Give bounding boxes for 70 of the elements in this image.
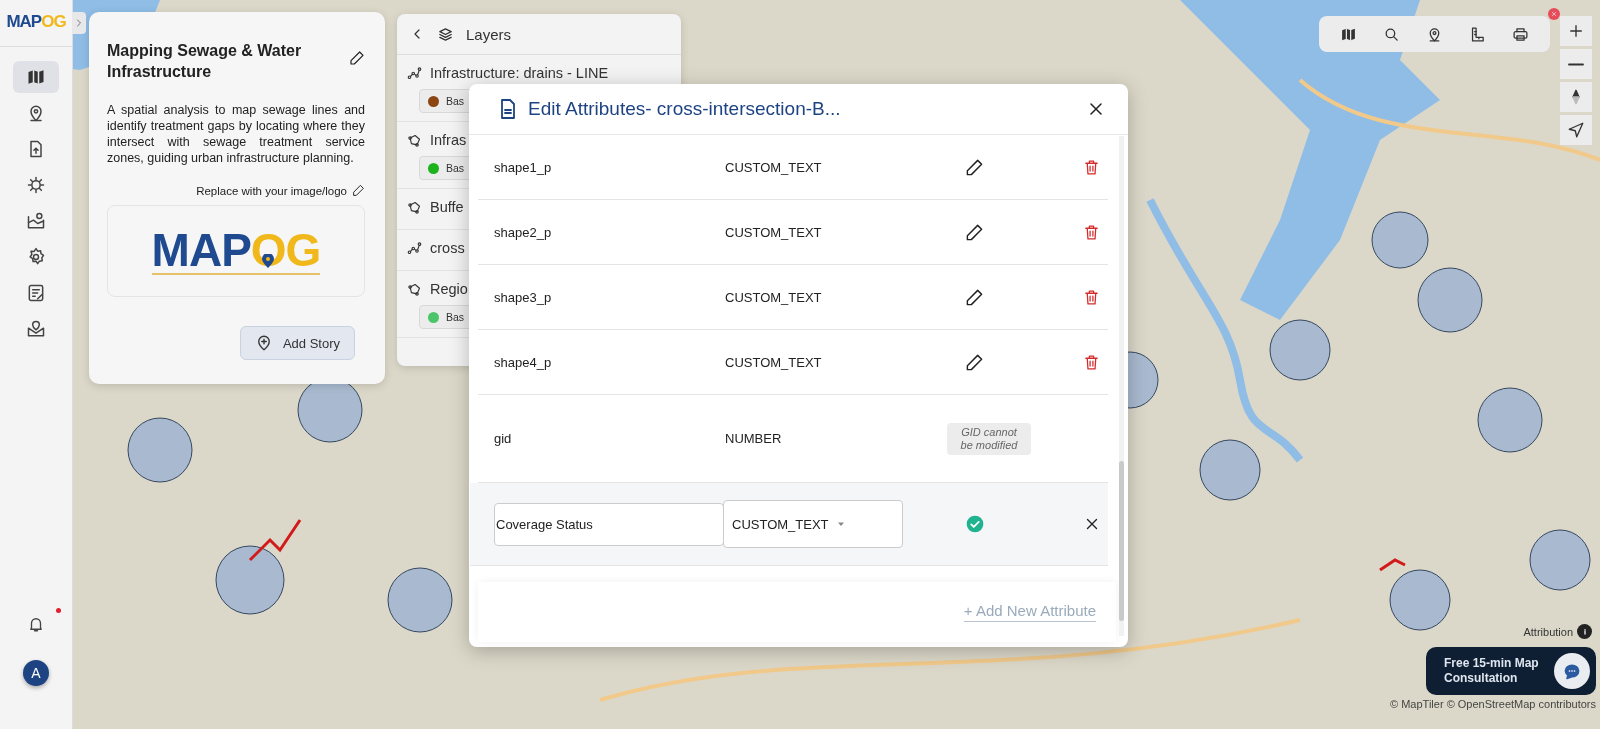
bell-icon	[27, 615, 45, 633]
ruler-icon	[1469, 25, 1486, 43]
layer-name[interactable]: cross	[430, 240, 465, 256]
type-dropdown[interactable]: CUSTOM_TEXT	[723, 500, 903, 548]
add-story-button[interactable]: Add Story	[239, 326, 355, 360]
location-pin-icon	[262, 254, 274, 268]
attribute-name: shape2_p	[494, 224, 553, 240]
list-edit-icon	[26, 283, 46, 303]
print-icon	[1512, 25, 1529, 43]
map-icon	[1340, 25, 1357, 43]
polygon-layer-icon	[407, 132, 422, 148]
attribute-type: CUSTOM_TEXT	[725, 289, 823, 305]
layer-name[interactable]: Infrastructure: drains - LINE	[430, 65, 609, 81]
chat-bubble-icon	[1562, 661, 1582, 681]
logo-wordmark: MAPOG	[6, 11, 66, 33]
layer-name[interactable]: Regio	[430, 281, 468, 297]
edit-icon	[352, 184, 365, 197]
map-credits: © MapTiler © OpenStreetMap contributors	[1390, 698, 1596, 710]
edit-icon	[349, 50, 365, 66]
close-icon	[1550, 10, 1558, 18]
polygon-layer-icon	[407, 281, 422, 297]
user-avatar[interactable]: A	[23, 660, 49, 686]
trash-icon	[1083, 223, 1100, 241]
map-control-button[interactable]	[1560, 16, 1592, 46]
line-layer-icon	[407, 240, 422, 256]
polygon-layer-icon	[407, 199, 422, 215]
pencil-icon	[965, 352, 984, 372]
attribute-name: shape4_p	[494, 354, 553, 370]
logo-hint: Replace with your image/logo	[196, 184, 347, 197]
scrollbar[interactable]	[1119, 136, 1124, 636]
check-circle-icon	[965, 514, 985, 534]
layer-name[interactable]: Buffe	[430, 199, 464, 215]
attribute-type: CUSTOM_TEXT	[725, 354, 823, 370]
consultation-banner[interactable]: Free 15-min Map Consultation	[1426, 647, 1596, 695]
logo-placeholder[interactable]: MAPOG	[107, 205, 365, 297]
pencil-icon	[965, 157, 984, 177]
attribute-name: shape1_p	[494, 159, 553, 175]
nav-button[interactable]	[13, 61, 59, 93]
map-pin-icon	[26, 211, 46, 231]
attribute-type: CUSTOM_TEXT	[725, 224, 823, 240]
chat-icon[interactable]	[1554, 653, 1590, 689]
zoom-in-icon	[1567, 22, 1585, 40]
map-icon	[26, 67, 46, 87]
attribute-name: gid	[494, 431, 513, 446]
legend-label: Bas	[446, 162, 465, 174]
attribute-name-field[interactable]: Coverage Status	[494, 502, 724, 546]
line-layer-icon	[407, 65, 422, 81]
pencil-icon	[965, 287, 984, 307]
trash-icon	[1083, 158, 1100, 176]
locked-note: GID cannot be modified	[947, 422, 1031, 455]
trash-icon	[1083, 288, 1100, 306]
panel-title: Layers	[466, 25, 512, 43]
story-description: A spatial analysis to map sewage lines and identify treatment gaps by locating where they intersect with sewage treatment service zones, guiding urban infrastructure planning.	[107, 102, 365, 166]
legend-label: Bas	[446, 95, 465, 107]
story-title: Mapping Sewage & Water Infrastructure	[107, 41, 303, 82]
layer-name[interactable]: Infras	[430, 132, 467, 148]
zoom-out-icon	[1568, 62, 1584, 66]
pencil-icon	[965, 222, 984, 242]
attribute-type: NUMBER	[725, 431, 783, 446]
layers-icon	[437, 25, 454, 43]
envelope-pin-icon	[26, 319, 46, 339]
navigate-icon	[1567, 121, 1585, 139]
modal-title: Edit Attributes- cross-intersection-B...	[528, 98, 842, 120]
attribute-name: shape3_p	[494, 289, 553, 305]
legend-label: Bas	[446, 311, 465, 323]
map-control-button[interactable]	[1560, 115, 1592, 145]
map-control-button[interactable]	[1560, 82, 1592, 112]
trash-icon	[1083, 353, 1100, 371]
attribution-link[interactable]: Attribution	[1523, 625, 1573, 638]
attribute-type: CUSTOM_TEXT	[725, 159, 823, 175]
